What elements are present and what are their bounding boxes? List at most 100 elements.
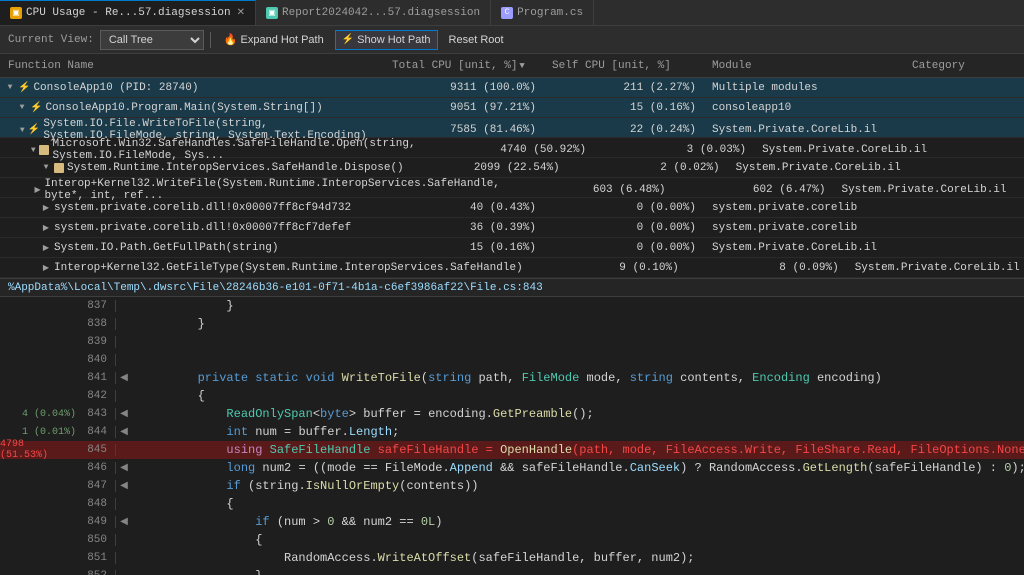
code-line: 849 ◀ if (num > 0 && num2 == 0L) bbox=[0, 513, 1024, 531]
function-name: ConsoleApp10 (PID: 28740) bbox=[33, 82, 198, 94]
expand-button[interactable]: ▶ bbox=[40, 222, 52, 234]
total-cpu-cell: 9311 (100.0%) bbox=[384, 82, 544, 94]
tab-cpu[interactable]: ▣ CPU Usage - Re...57.diagsession ✕ bbox=[0, 0, 256, 25]
col-function-name: Function Name bbox=[0, 60, 384, 72]
expand-button[interactable]: ▶ bbox=[33, 184, 43, 196]
self-cpu-cell: 8 (0.09%) bbox=[687, 262, 847, 274]
self-cpu-cell: 15 (0.16%) bbox=[544, 102, 704, 114]
module-cell: System.Private.CoreLib.il bbox=[704, 242, 904, 254]
col-total-cpu-label: Total CPU [unit, %] bbox=[392, 60, 517, 72]
tab-cpu-close[interactable]: ✕ bbox=[237, 7, 245, 19]
function-name-cell: ▼ ⚡ ConsoleApp10.Program.Main(System.Str… bbox=[0, 102, 384, 114]
expand-button[interactable]: ▶ bbox=[40, 262, 52, 274]
reset-root-button[interactable]: Reset Root bbox=[442, 30, 511, 50]
table-row[interactable]: ▼ ⚡ ConsoleApp10 (PID: 28740) 9311 (100.… bbox=[0, 78, 1024, 98]
current-view-label: Current View: bbox=[8, 34, 94, 46]
table-row[interactable]: ▶ system.private.corelib.dll!0x00007ff8c… bbox=[0, 218, 1024, 238]
line-number: 842 bbox=[80, 390, 116, 402]
line-content: if (num > 0 && num2 == 0L) bbox=[132, 515, 1024, 529]
code-line: 1 (0.01%) 844 ◀ int num = buffer.Length; bbox=[0, 423, 1024, 441]
expand-button[interactable]: ▼ bbox=[40, 162, 52, 174]
table-row[interactable]: ▼ Microsoft.Win32.SafeHandles.SafeFileHa… bbox=[0, 138, 1024, 158]
tab-program-label: Program.cs bbox=[517, 7, 583, 19]
table-row[interactable]: ▼ ⚡ ConsoleApp10.Program.Main(System.Str… bbox=[0, 98, 1024, 118]
self-cpu-cell: 0 (0.00%) bbox=[544, 202, 704, 214]
line-arrow: ◀ bbox=[116, 372, 132, 384]
code-line: 850 { bbox=[0, 531, 1024, 549]
code-line: 4 (0.04%) 843 ◀ ReadOnlySpan<byte> buffe… bbox=[0, 405, 1024, 423]
function-name-cell: ▼ Microsoft.Win32.SafeHandles.SafeFileHa… bbox=[0, 138, 434, 162]
function-name: Microsoft.Win32.SafeHandles.SafeFileHand… bbox=[52, 138, 430, 162]
self-cpu-cell: 2 (0.02%) bbox=[568, 162, 728, 174]
self-cpu-cell: 3 (0.03%) bbox=[594, 144, 754, 156]
expand-hot-path-button[interactable]: 🔥 Expand Hot Path bbox=[217, 30, 331, 50]
line-content: { bbox=[132, 533, 1024, 547]
line-number: 843 bbox=[80, 408, 116, 420]
line-content: if (string.IsNullOrEmpty(contents)) bbox=[132, 479, 1024, 493]
table-row[interactable]: ▼ System.Runtime.InteropServices.SafeHan… bbox=[0, 158, 1024, 178]
sort-arrow-icon: ▼ bbox=[519, 61, 524, 71]
total-cpu-cell: 603 (6.48%) bbox=[513, 184, 673, 196]
code-editor[interactable]: 837 } 838 } 839 bbox=[0, 297, 1024, 575]
line-arrow: ◀ bbox=[116, 408, 132, 420]
expand-button[interactable]: ▶ bbox=[40, 242, 52, 254]
function-name-cell: ▶ Interop+Kernel32.WriteFile(System.Runt… bbox=[0, 178, 513, 202]
line-number: 852 bbox=[80, 570, 116, 575]
table-row[interactable]: ▶ Interop+Kernel32.GetFileType(System.Ru… bbox=[0, 258, 1024, 278]
self-cpu-cell: 0 (0.00%) bbox=[544, 242, 704, 254]
hot-indicator-icon: ⚡ bbox=[30, 102, 42, 114]
code-section: %AppData%\Local\Temp\.dwsrc\File\28246b3… bbox=[0, 279, 1024, 575]
line-content: long num2 = ((mode == FileMode.Append &&… bbox=[132, 461, 1024, 475]
expand-button[interactable]: ▶ bbox=[40, 202, 52, 214]
cs-icon: C bbox=[501, 7, 513, 19]
code-line: 837 } bbox=[0, 297, 1024, 315]
tab-program[interactable]: C Program.cs bbox=[491, 0, 594, 25]
cpu-table: ▼ ⚡ ConsoleApp10 (PID: 28740) 9311 (100.… bbox=[0, 78, 1024, 279]
total-cpu-cell: 4740 (50.92%) bbox=[434, 144, 594, 156]
expand-button[interactable]: ▼ bbox=[19, 124, 26, 136]
expand-button[interactable]: ▼ bbox=[29, 144, 37, 156]
line-number: 847 bbox=[80, 480, 116, 492]
table-row[interactable]: ▶ system.private.corelib.dll!0x00007ff8c… bbox=[0, 198, 1024, 218]
module-cell: System.Private.CoreLib.il bbox=[704, 124, 904, 136]
tooltip-bar: %AppData%\Local\Temp\.dwsrc\File\28246b3… bbox=[0, 279, 1024, 297]
self-cpu-cell: 0 (0.00%) bbox=[544, 222, 704, 234]
line-meta: 4 (0.04%) bbox=[0, 409, 80, 420]
function-name-cell: ▶ Interop+Kernel32.GetFileType(System.Ru… bbox=[0, 262, 527, 274]
module-cell: system.private.corelib bbox=[704, 222, 904, 234]
line-number: 848 bbox=[80, 498, 116, 510]
line-content: } bbox=[132, 299, 1024, 313]
tab-bar: ▣ CPU Usage - Re...57.diagsession ✕ ▣ Re… bbox=[0, 0, 1024, 26]
code-line: 852 } bbox=[0, 567, 1024, 575]
code-line: 846 ◀ long num2 = ((mode == FileMode.App… bbox=[0, 459, 1024, 477]
line-content: { bbox=[132, 389, 1024, 403]
table-row[interactable]: ▶ System.IO.Path.GetFullPath(string) 15 … bbox=[0, 238, 1024, 258]
line-content: ReadOnlySpan<byte> buffer = encoding.Get… bbox=[132, 407, 1024, 421]
main-area: Function Name Total CPU [unit, %] ▼ Self… bbox=[0, 54, 1024, 575]
function-name: System.Runtime.InteropServices.SafeHandl… bbox=[67, 162, 404, 174]
line-meta: 4798 (51.53%) bbox=[0, 439, 80, 461]
table-row[interactable]: ▼ ⚡ System.IO.File.WriteToFile(string, S… bbox=[0, 118, 1024, 138]
total-cpu-cell: 36 (0.39%) bbox=[384, 222, 544, 234]
tab-cpu-label: CPU Usage - Re...57.diagsession bbox=[26, 7, 231, 19]
function-name: system.private.corelib.dll!0x00007ff8cf7… bbox=[54, 222, 351, 234]
show-hot-path-button[interactable]: ⚡ Show Hot Path bbox=[335, 30, 438, 50]
fn-icon bbox=[54, 163, 64, 173]
function-name: System.IO.Path.GetFullPath(string) bbox=[54, 242, 278, 254]
view-select[interactable]: Call Tree Callers/Callees Modules Summar… bbox=[100, 30, 204, 50]
line-arrow: ◀ bbox=[116, 426, 132, 438]
module-cell: System.Private.CoreLib.il bbox=[728, 162, 928, 174]
total-cpu-cell: 9051 (97.21%) bbox=[384, 102, 544, 114]
line-number: 841 bbox=[80, 372, 116, 384]
function-name-cell: ▶ system.private.corelib.dll!0x00007ff8c… bbox=[0, 222, 384, 234]
line-arrow: ◀ bbox=[116, 480, 132, 492]
tab-report-label: Report2024042...57.diagsession bbox=[282, 7, 480, 19]
expand-button[interactable]: ▼ bbox=[16, 102, 28, 114]
self-cpu-cell: 211 (2.27%) bbox=[544, 82, 704, 94]
function-name: system.private.corelib.dll!0x00007ff8cf9… bbox=[54, 202, 351, 214]
table-row[interactable]: ▶ Interop+Kernel32.WriteFile(System.Runt… bbox=[0, 178, 1024, 198]
expand-button[interactable]: ▼ bbox=[4, 82, 16, 94]
tab-report[interactable]: ▣ Report2024042...57.diagsession bbox=[256, 0, 491, 25]
col-total-cpu[interactable]: Total CPU [unit, %] ▼ bbox=[384, 60, 544, 72]
line-arrow: ◀ bbox=[116, 462, 132, 474]
